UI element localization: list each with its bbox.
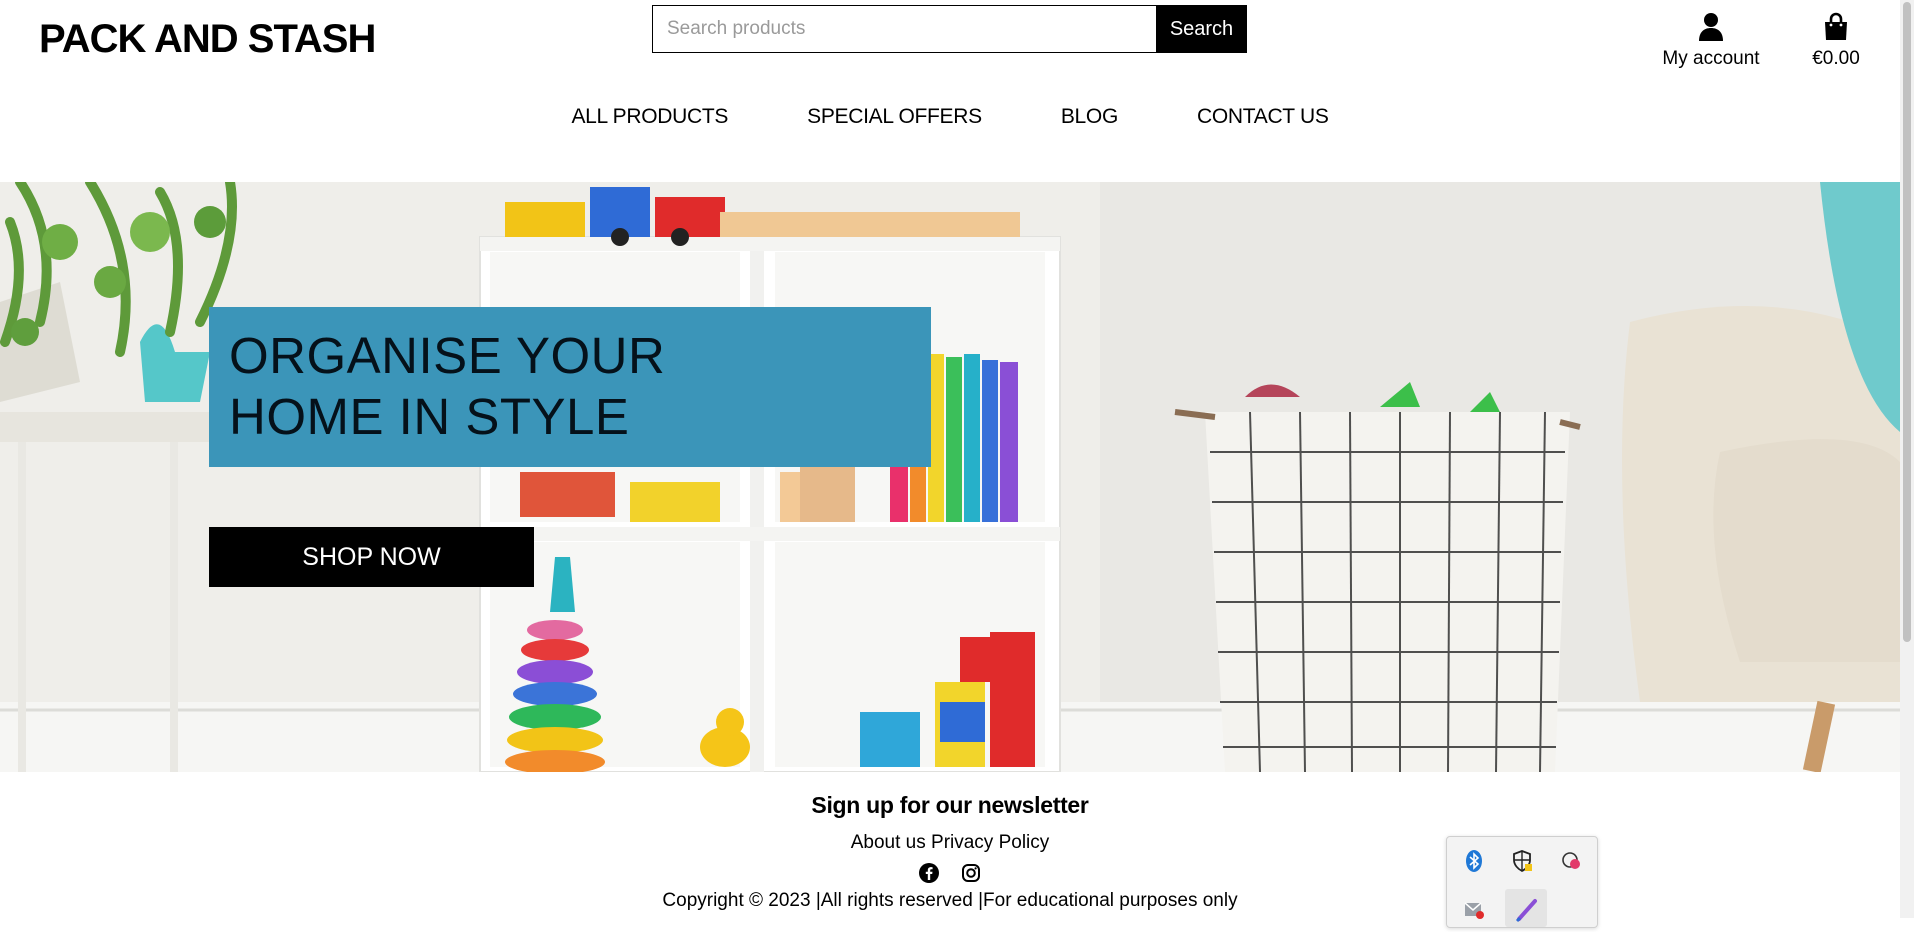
nav-special-offers[interactable]: SPECIAL OFFERS <box>807 105 982 129</box>
shop-now-button[interactable]: SHOP NOW <box>209 527 534 587</box>
privacy-policy-link[interactable]: Privacy Policy <box>931 832 1049 853</box>
main-nav: ALL PRODUCTS SPECIAL OFFERS BLOG CONTACT… <box>0 105 1900 129</box>
hero-banner: ORGANISE YOUR HOME IN STYLE SHOP NOW <box>0 182 1900 772</box>
facebook-icon[interactable] <box>918 862 940 884</box>
pen-app-icon[interactable] <box>1505 889 1547 927</box>
my-account-label: My account <box>1662 48 1760 69</box>
page-scrollbar[interactable] <box>1900 0 1914 918</box>
search-bar: Search <box>652 5 1247 53</box>
footer: Sign up for our newsletter About us Priv… <box>0 777 1900 912</box>
hero-headline: ORGANISE YOUR HOME IN STYLE <box>229 327 666 445</box>
my-account-link[interactable]: My account <box>1655 12 1767 70</box>
security-shield-icon[interactable] <box>1510 849 1534 873</box>
bluetooth-icon[interactable] <box>1462 849 1486 873</box>
scrollbar-thumb[interactable] <box>1903 2 1911 642</box>
cookie-app-icon[interactable] <box>1559 849 1583 873</box>
instagram-icon[interactable] <box>960 862 982 884</box>
system-tray-overflow <box>1446 836 1598 928</box>
cart-link[interactable]: €0.00 <box>1800 12 1872 70</box>
social-links <box>0 862 1900 884</box>
hero-image <box>0 182 1900 772</box>
nav-all-products[interactable]: ALL PRODUCTS <box>571 105 728 129</box>
search-button[interactable]: Search <box>1156 5 1247 53</box>
shopping-bag-icon <box>1825 12 1847 40</box>
copyright-text: Copyright © 2023 |All rights reserved |F… <box>662 890 1238 911</box>
search-input[interactable] <box>652 5 1156 53</box>
page: PACK AND STASH Search My account €0.00 A… <box>0 0 1900 928</box>
hero-headline-box: ORGANISE YOUR HOME IN STYLE <box>209 307 931 467</box>
nav-blog[interactable]: BLOG <box>1061 105 1118 129</box>
mail-app-icon[interactable] <box>1462 897 1486 921</box>
cart-total: €0.00 <box>1812 48 1860 69</box>
about-us-link[interactable]: About us <box>851 832 926 853</box>
footer-links: About us Privacy Policy <box>0 832 1900 854</box>
nav-contact-us[interactable]: CONTACT US <box>1197 105 1329 129</box>
user-icon <box>1699 13 1723 41</box>
newsletter-signup-link[interactable]: Sign up for our newsletter <box>0 792 1900 819</box>
brand-logo[interactable]: PACK AND STASH <box>39 14 376 64</box>
